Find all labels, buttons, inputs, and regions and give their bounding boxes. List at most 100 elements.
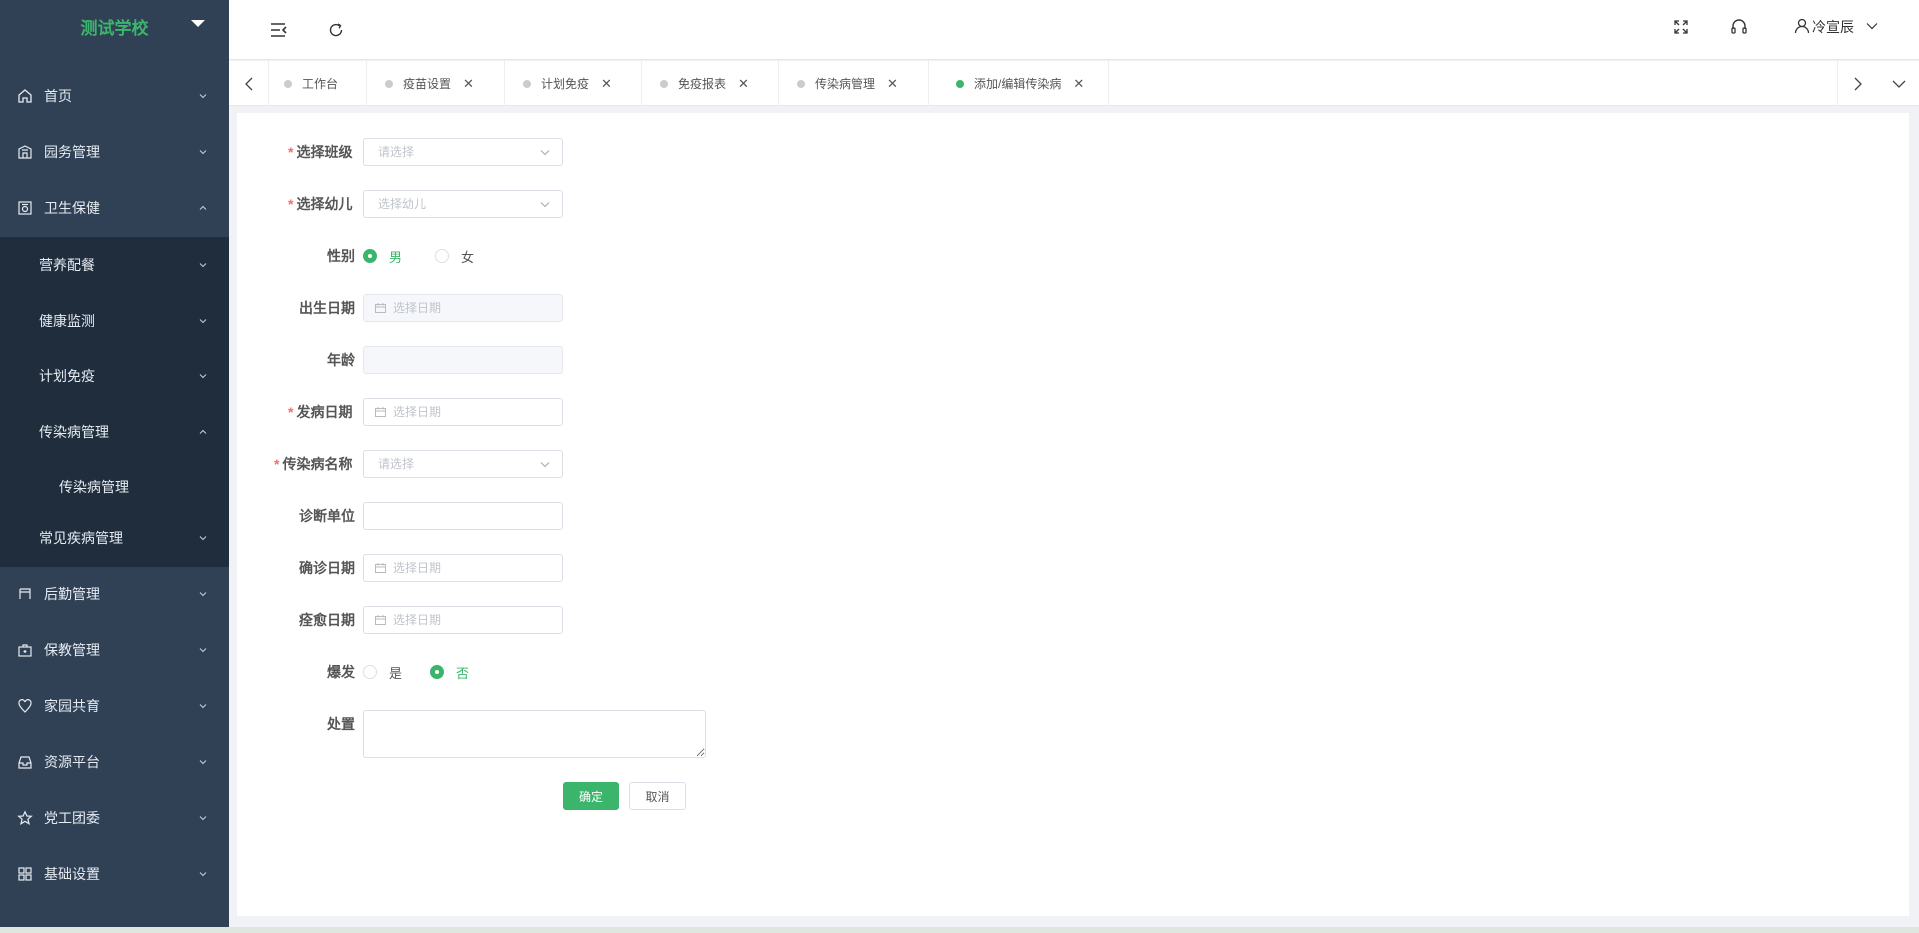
form-row-child: * 选择幼儿 选择幼儿 [237, 190, 937, 218]
close-icon[interactable]: ✕ [887, 76, 898, 92]
sidebar-item-logistics[interactable]: 后勤管理 [0, 566, 229, 622]
tab-label: 工作台 [302, 77, 339, 91]
headset-icon[interactable] [1730, 18, 1748, 36]
birth-date-picker[interactable]: 选择日期 [363, 294, 563, 322]
sidebar-item-basic-settings[interactable]: 基础设置 [0, 846, 229, 902]
cancel-button[interactable]: 取消 [629, 782, 686, 810]
radio-label: 男 [389, 249, 403, 265]
sidebar-subitem-infectious-disease-management[interactable]: 传染病管理 [0, 462, 229, 512]
recovery-date-picker[interactable]: 选择日期 [363, 606, 563, 634]
tab-bar: 工作台 疫苗设置 ✕ 计划免疫 ✕ 免疫报表 ✕ 传染病管理 ✕ 添加/编辑传染… [229, 61, 1919, 106]
chevron-down-icon [540, 462, 550, 468]
sidebar-item-garden-affairs[interactable]: 园务管理 [0, 124, 229, 180]
radio-label: 否 [456, 665, 470, 681]
caret-down-icon[interactable] [191, 20, 205, 27]
age-label: 年龄 [327, 352, 355, 368]
onset-date-picker[interactable]: 选择日期 [363, 398, 563, 426]
child-select-placeholder: 选择幼儿 [378, 197, 427, 211]
tab-menu-dropdown[interactable] [1879, 61, 1919, 106]
user-name[interactable]: 冷宣辰 [1812, 17, 1854, 37]
chevron-down-icon [1892, 80, 1906, 88]
tab-immunization-report[interactable]: 免疫报表 ✕ [642, 61, 779, 106]
sidebar-item-home[interactable]: 首页 [0, 68, 229, 124]
age-input[interactable] [363, 346, 563, 374]
user-icon[interactable] [1794, 18, 1810, 34]
tab-label: 疫苗设置 [403, 77, 452, 91]
close-icon[interactable]: ✕ [463, 76, 474, 92]
close-icon[interactable]: ✕ [1073, 76, 1084, 92]
sidebar-subitem-label: 常见疾病管理 [39, 530, 123, 546]
sidebar-subitem-health-monitoring[interactable]: 健康监测 [0, 293, 229, 349]
confirm-date-picker[interactable]: 选择日期 [363, 554, 563, 582]
sidebar-item-home-school[interactable]: 家园共育 [0, 678, 229, 734]
form-row-age: 年龄 [237, 346, 937, 374]
child-select[interactable]: 选择幼儿 [363, 190, 563, 218]
gender-radio-male[interactable]: 男 [363, 242, 402, 270]
disposal-textarea[interactable] [363, 710, 706, 758]
form-row-confirm-date: 确诊日期 选择日期 [237, 554, 937, 582]
tab-vaccine-settings[interactable]: 疫苗设置 ✕ [367, 61, 505, 106]
tab-immunization-plan[interactable]: 计划免疫 ✕ [505, 61, 642, 106]
inbox-icon [18, 756, 32, 769]
form-row-recovery-date: 痊愈日期 选择日期 [237, 606, 937, 634]
menu-fold-icon[interactable] [270, 22, 288, 38]
tab-infectious-disease[interactable]: 传染病管理 ✕ [779, 61, 929, 106]
brand-header[interactable]: 测试学校 [0, 0, 229, 52]
outbreak-radio-no[interactable]: 否 [430, 658, 469, 686]
grid-icon [18, 867, 32, 881]
bottom-scrollbar[interactable] [0, 927, 1919, 933]
gender-radio-female[interactable]: 女 [435, 242, 474, 270]
chevron-down-icon [199, 374, 207, 379]
sidebar-subitem-common-disease[interactable]: 常见疾病管理 [0, 510, 229, 566]
sidebar-subitem-nutrition[interactable]: 营养配餐 [0, 237, 229, 293]
chevron-down-icon [540, 202, 550, 208]
tab-dot-active [956, 79, 964, 88]
outbreak-radio-yes[interactable]: 是 [363, 658, 402, 686]
radio-circle [363, 665, 377, 679]
class-select[interactable]: 请选择 [363, 138, 563, 166]
chevron-down-icon [540, 150, 550, 156]
radio-label: 女 [461, 249, 475, 265]
sidebar-item-label: 基础设置 [44, 866, 100, 882]
tab-dot [284, 79, 292, 88]
sidebar-item-resources[interactable]: 资源平台 [0, 734, 229, 790]
chevron-down-icon[interactable] [1866, 22, 1878, 30]
chevron-down-icon [199, 263, 207, 268]
close-icon[interactable]: ✕ [601, 76, 612, 92]
close-icon[interactable]: ✕ [738, 76, 749, 92]
chevron-down-icon [199, 150, 207, 155]
chevron-down-icon [199, 319, 207, 324]
diagnosis-unit-input[interactable] [363, 502, 563, 530]
tab-dot [797, 79, 805, 88]
disease-select[interactable]: 请选择 [363, 450, 563, 478]
tab-scroll-left[interactable] [229, 61, 269, 106]
sidebar-item-label: 家园共育 [44, 698, 100, 714]
refresh-icon[interactable] [328, 22, 344, 38]
child-label-text: 选择幼儿 [296, 196, 353, 212]
tab-label: 计划免疫 [541, 77, 590, 91]
calendar-icon [375, 407, 386, 417]
tab-add-edit-infectious-disease[interactable]: 添加/编辑传染病 ✕ [929, 61, 1109, 106]
star-icon [17, 810, 33, 825]
sidebar-item-education[interactable]: 保教管理 [0, 622, 229, 678]
sidebar-subitem-infectious-disease[interactable]: 传染病管理 [0, 404, 229, 460]
chevron-down-icon [199, 872, 207, 877]
submit-button[interactable]: 确定 [563, 782, 619, 810]
form-row-disposal: 处置 [237, 710, 937, 758]
child-label: * 选择幼儿 [288, 190, 352, 218]
sidebar-item-health-care[interactable]: 卫生保健 [0, 180, 229, 236]
tab-scroll-right[interactable] [1837, 61, 1877, 106]
recovery-date-placeholder: 选择日期 [393, 613, 442, 627]
sidebar-item-label: 党工团委 [44, 810, 100, 826]
chevron-down-icon [199, 94, 207, 99]
sidebar-item-party[interactable]: 党工团委 [0, 790, 229, 846]
sidebar-item-label: 资源平台 [44, 754, 100, 770]
class-label: * 选择班级 [288, 138, 352, 166]
building-icon [18, 145, 32, 159]
confirm-date-placeholder: 选择日期 [393, 561, 442, 575]
disease-label-text: 传染病名称 [282, 456, 353, 472]
fullscreen-icon[interactable] [1673, 19, 1689, 35]
tab-workbench[interactable]: 工作台 [269, 61, 367, 106]
radio-circle-checked [430, 665, 444, 679]
sidebar-subitem-immunization[interactable]: 计划免疫 [0, 348, 229, 404]
